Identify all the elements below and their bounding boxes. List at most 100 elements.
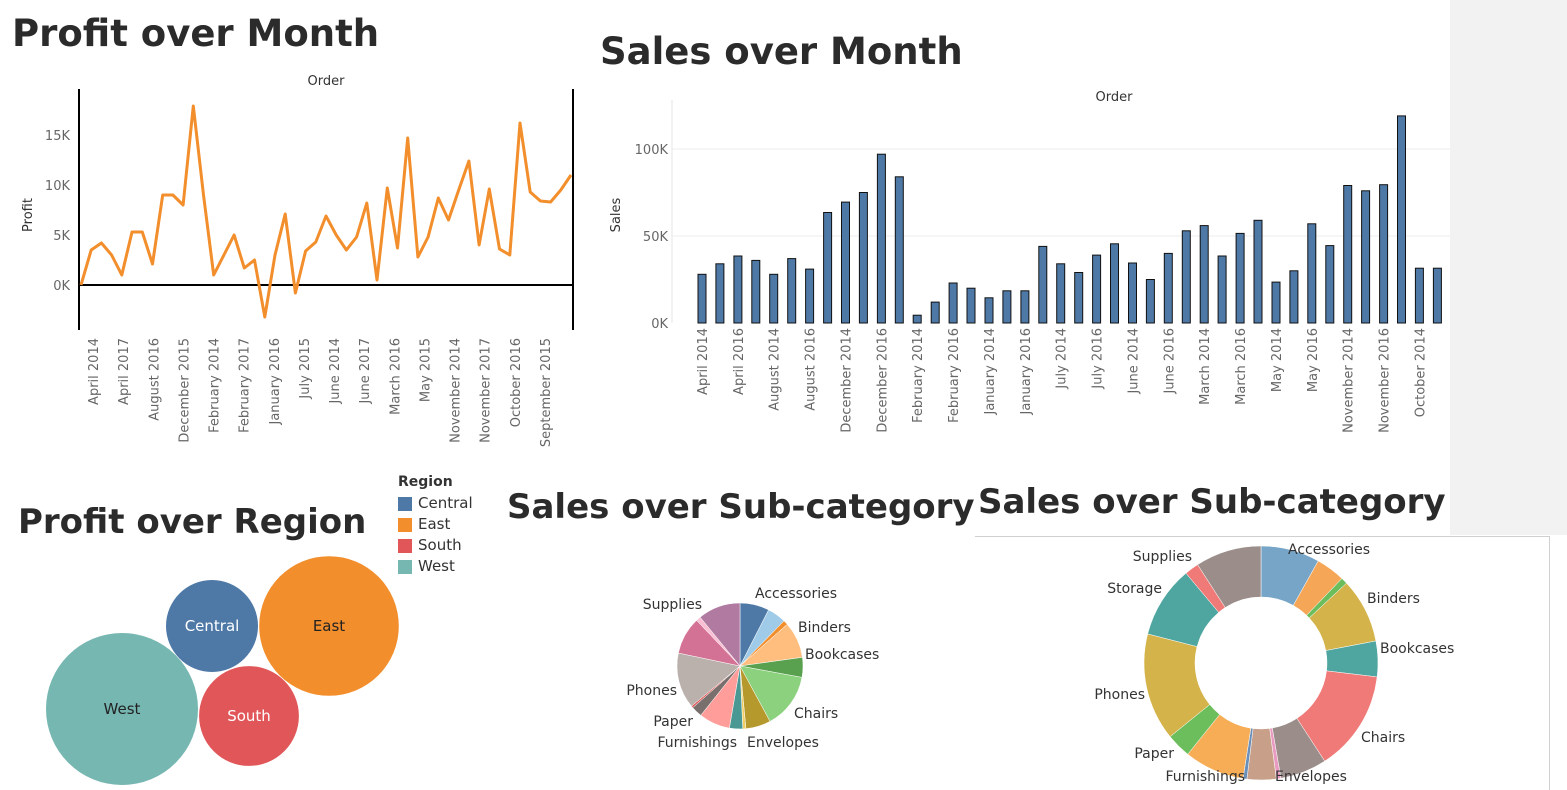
donut-label: Chairs bbox=[1361, 730, 1405, 746]
sales-bar[interactable] bbox=[769, 273, 779, 324]
profit-x-tick: June 2014 bbox=[328, 338, 343, 405]
profit-region-title: Profit over Region bbox=[18, 502, 367, 542]
sales-y-label: Sales bbox=[609, 197, 624, 232]
sales-x-tick: October 2016 bbox=[1449, 328, 1450, 417]
sales-bar[interactable] bbox=[1235, 232, 1245, 324]
sales-x-tick: November 2016 bbox=[1378, 328, 1393, 433]
sales-bar[interactable] bbox=[823, 212, 833, 324]
sales-x-tick: June 2014 bbox=[1126, 328, 1141, 395]
legend-label: East bbox=[418, 515, 451, 533]
sales-bar[interactable] bbox=[1397, 115, 1406, 324]
profit-x-tick: March 2016 bbox=[388, 338, 403, 415]
profit-x-tick: August 2016 bbox=[147, 338, 162, 421]
sales-x-tick: June 2016 bbox=[1162, 328, 1177, 395]
sales-bar[interactable] bbox=[948, 282, 958, 324]
sales-bar[interactable] bbox=[1271, 281, 1281, 324]
sales-bar[interactable] bbox=[966, 287, 976, 324]
pie-label: Chairs bbox=[794, 706, 838, 722]
pie-label: Envelopes bbox=[747, 735, 819, 751]
sales-bar[interactable] bbox=[894, 176, 904, 324]
sales-bar[interactable] bbox=[1128, 262, 1137, 324]
sales-bar[interactable] bbox=[715, 263, 725, 324]
pie-label: Supplies bbox=[643, 597, 702, 613]
profit-y-tick: 10K bbox=[45, 179, 71, 194]
sales-bar[interactable] bbox=[733, 255, 743, 324]
sales-bar[interactable] bbox=[1217, 255, 1227, 324]
profit-x-tick: September 2015 bbox=[539, 338, 554, 447]
sales-x-tick: March 2016 bbox=[1234, 328, 1249, 405]
sales-bar[interactable] bbox=[1181, 230, 1191, 324]
sales-bar[interactable] bbox=[1163, 252, 1173, 324]
pie-label: Phones bbox=[626, 683, 677, 699]
sales-bar[interactable] bbox=[1145, 279, 1155, 324]
profit-x-tick: June 2017 bbox=[358, 338, 373, 405]
donut-label: Bookcases bbox=[1380, 641, 1454, 657]
sales-bar[interactable] bbox=[1307, 223, 1317, 324]
profit-x-tick: April 2017 bbox=[117, 338, 132, 405]
sales-bar[interactable] bbox=[787, 258, 797, 324]
subcat-pie-title: Sales over Sub-category bbox=[507, 487, 975, 527]
sales-bar[interactable] bbox=[1038, 245, 1048, 324]
sales-bar[interactable] bbox=[930, 301, 940, 324]
sales-y-tick: 50K bbox=[643, 230, 669, 245]
sales-bar[interactable] bbox=[876, 153, 886, 324]
subcategory-donut-chart: Accessories Binders Bookcases Chairs Envelop… bbox=[1094, 542, 1454, 785]
sales-bar[interactable] bbox=[1432, 267, 1442, 324]
donut-label: Paper bbox=[1134, 746, 1174, 762]
donut-label: Storage bbox=[1107, 581, 1162, 597]
sales-bar[interactable] bbox=[841, 201, 850, 324]
sales-bar[interactable] bbox=[984, 297, 994, 324]
sales-bar[interactable] bbox=[1002, 290, 1012, 324]
donut-label: Accessories bbox=[1288, 542, 1370, 558]
sales-chart-header: Order bbox=[1096, 90, 1134, 105]
profit-x-tick: November 2014 bbox=[449, 338, 464, 443]
profit-x-tick: December 2015 bbox=[177, 338, 192, 443]
sales-bar[interactable] bbox=[1074, 272, 1084, 324]
profit-month-title: Profit over Month bbox=[12, 12, 380, 55]
sales-bar[interactable] bbox=[1289, 270, 1299, 324]
sales-x-tick: August 2016 bbox=[804, 328, 819, 411]
donut-label: Supplies bbox=[1133, 549, 1192, 565]
profit-y-tick: 15K bbox=[45, 129, 71, 144]
sales-bar[interactable] bbox=[1343, 185, 1353, 324]
sales-bar[interactable] bbox=[751, 259, 761, 324]
sales-y-tick: 0K bbox=[651, 317, 668, 332]
sales-x-tick: February 2016 bbox=[947, 328, 962, 423]
pie-label: Bookcases bbox=[805, 647, 879, 663]
legend-swatch bbox=[398, 517, 412, 532]
legend-item-east[interactable]: East bbox=[398, 514, 473, 535]
sales-y-tick: 100K bbox=[635, 143, 669, 158]
sales-x-tick: May 2014 bbox=[1270, 328, 1285, 392]
legend-item-central[interactable]: Central bbox=[398, 493, 473, 514]
sales-bar[interactable] bbox=[697, 273, 707, 324]
sales-bar[interactable] bbox=[1379, 184, 1389, 324]
pie-label: Accessories bbox=[755, 586, 837, 602]
profit-x-tick: January 2016 bbox=[268, 338, 283, 426]
sales-bar[interactable] bbox=[912, 314, 922, 324]
pie-label: Furnishings bbox=[657, 735, 737, 751]
sales-bar[interactable] bbox=[858, 192, 868, 324]
sales-bar[interactable] bbox=[1110, 243, 1119, 324]
sales-bar-chart: Order Sales 100K 50K 0K April 2014 April 20… bbox=[609, 90, 1450, 433]
sales-bar[interactable] bbox=[1253, 219, 1263, 324]
sales-bar[interactable] bbox=[1199, 225, 1209, 324]
sales-bar[interactable] bbox=[1325, 245, 1335, 324]
region-bubble-label: West bbox=[104, 700, 141, 718]
pie-label: Binders bbox=[798, 620, 851, 636]
sales-x-tick: January 2016 bbox=[1019, 328, 1034, 416]
sales-bar[interactable] bbox=[805, 268, 815, 324]
sales-bar[interactable] bbox=[1056, 263, 1066, 324]
profit-x-tick: February 2014 bbox=[208, 338, 223, 433]
sales-bar[interactable] bbox=[1361, 190, 1371, 324]
sales-x-tick: February 2014 bbox=[911, 328, 926, 423]
profit-x-tick: April 2014 bbox=[87, 338, 102, 405]
profit-x-tick: May 2015 bbox=[418, 338, 433, 402]
sales-bar[interactable] bbox=[1414, 267, 1424, 324]
sales-x-tick: July 2016 bbox=[1091, 328, 1106, 390]
sales-x-tick: October 2014 bbox=[1413, 328, 1428, 417]
sales-bar[interactable] bbox=[1092, 254, 1102, 324]
donut-label: Phones bbox=[1094, 687, 1145, 703]
region-bubble-label: East bbox=[313, 617, 345, 635]
sales-bar[interactable] bbox=[1020, 290, 1030, 324]
sales-x-tick: August 2014 bbox=[768, 328, 783, 411]
